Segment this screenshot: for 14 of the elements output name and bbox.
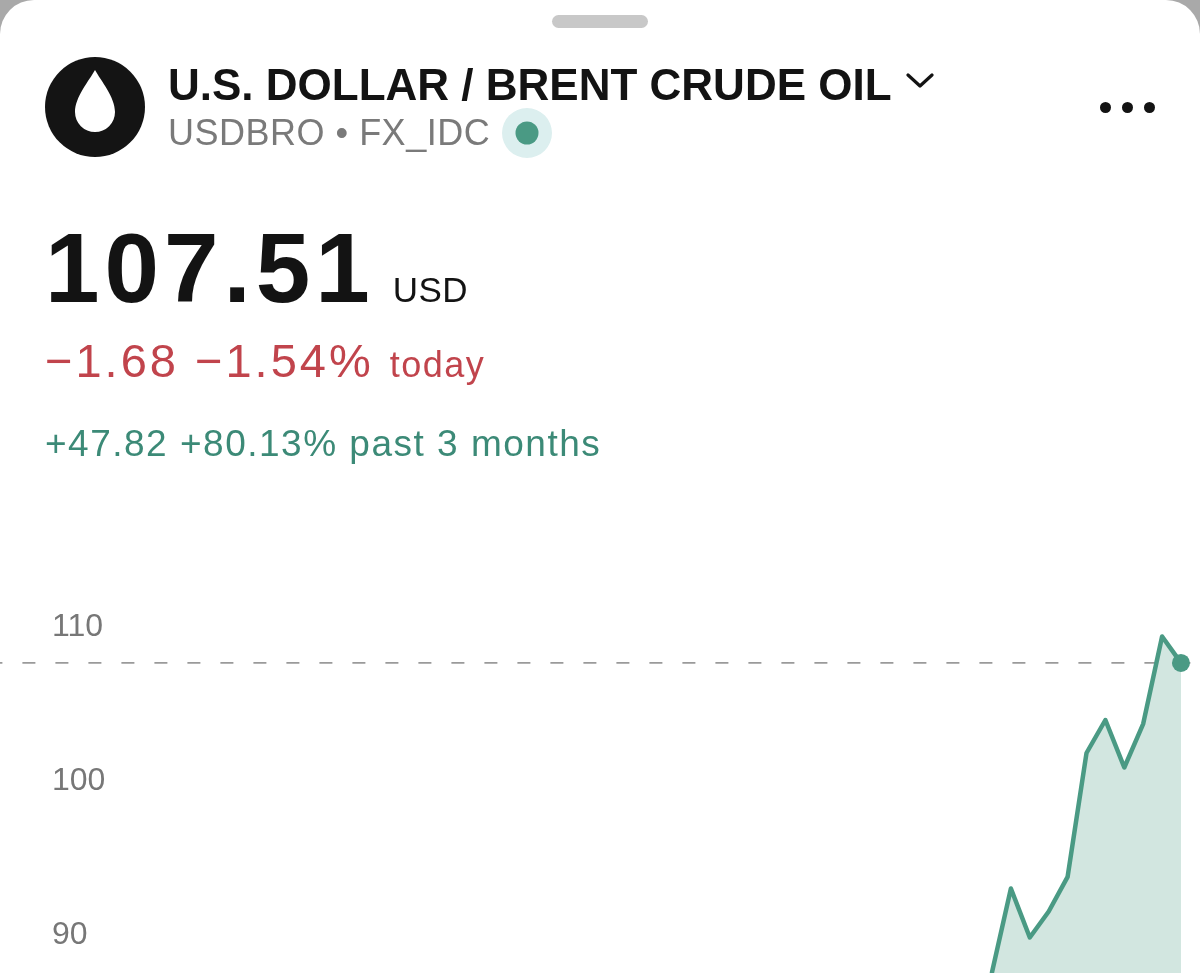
period-change-text: +47.82 +80.13% past 3 months bbox=[44, 423, 603, 466]
more-icon[interactable] bbox=[1100, 101, 1155, 113]
currency-label: USD bbox=[392, 269, 469, 311]
droplet-icon bbox=[45, 57, 145, 157]
y-axis-label: 110 bbox=[52, 606, 103, 643]
y-axis-label: 100 bbox=[52, 760, 106, 797]
daily-change-text: −1.68 −1.54% today bbox=[44, 334, 487, 389]
drag-handle[interactable] bbox=[552, 15, 648, 28]
price-value: 107.51 bbox=[45, 219, 375, 317]
chevron-down-icon bbox=[905, 72, 934, 88]
symbol-exchange-text: USDBRO • FX_IDC bbox=[168, 111, 491, 155]
y-axis-label: 90 bbox=[52, 914, 88, 951]
instrument-title-button[interactable]: U.S. DOLLAR / BRENT CRUDE OIL bbox=[168, 59, 934, 111]
last-price-dot-icon bbox=[1171, 653, 1190, 672]
